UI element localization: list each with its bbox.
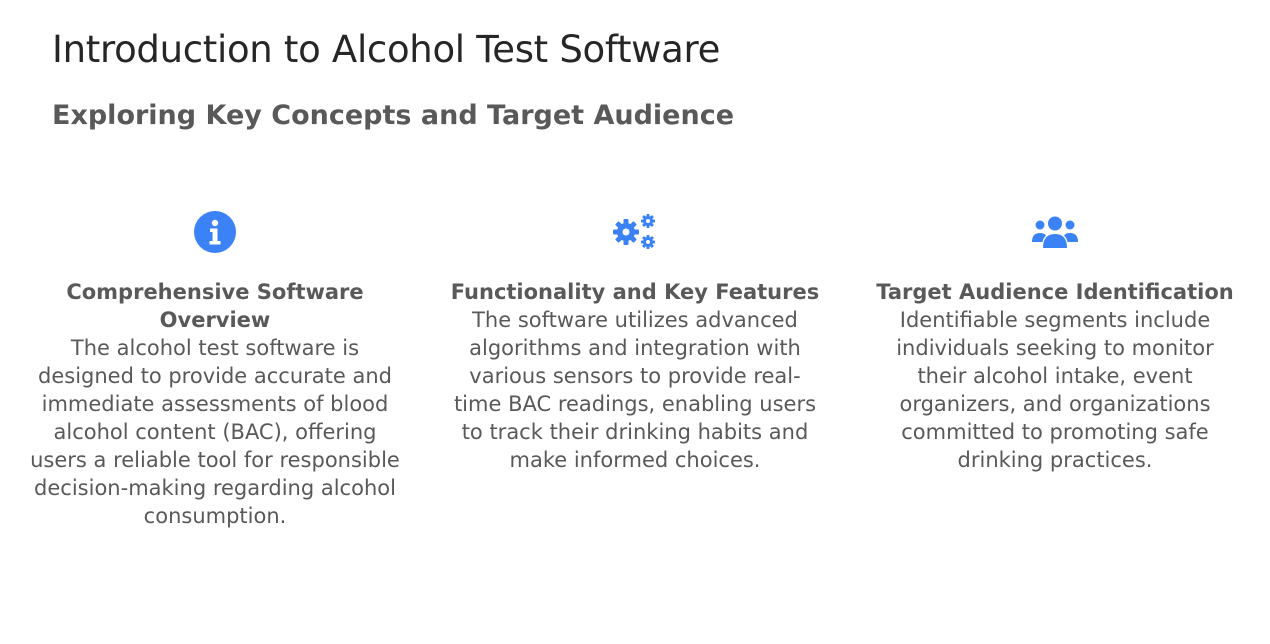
slide-title: Introduction to Alcohol Test Software [52, 28, 721, 71]
feature-column-functionality: Functionality and Key Features The softw… [440, 208, 830, 530]
feature-body: The software utilizes advanced algorithm… [453, 308, 817, 472]
feature-column-audience: Target Audience Identification Identifia… [860, 208, 1250, 530]
gears-icon [440, 208, 830, 256]
slide-subtitle: Exploring Key Concepts and Target Audien… [52, 100, 735, 131]
feature-body: Identifiable segments include individual… [896, 308, 1214, 472]
feature-heading: Functionality and Key Features [450, 280, 820, 304]
feature-heading: Comprehensive Software Overview [66, 280, 364, 332]
feature-column-overview: Comprehensive Software Overview The alco… [20, 208, 410, 530]
feature-body: The alcohol test software is designed to… [30, 336, 400, 528]
feature-heading: Target Audience Identification [876, 280, 1234, 304]
feature-columns: Comprehensive Software Overview The alco… [20, 208, 1250, 530]
info-circle-icon [20, 208, 410, 256]
users-icon [860, 208, 1250, 256]
